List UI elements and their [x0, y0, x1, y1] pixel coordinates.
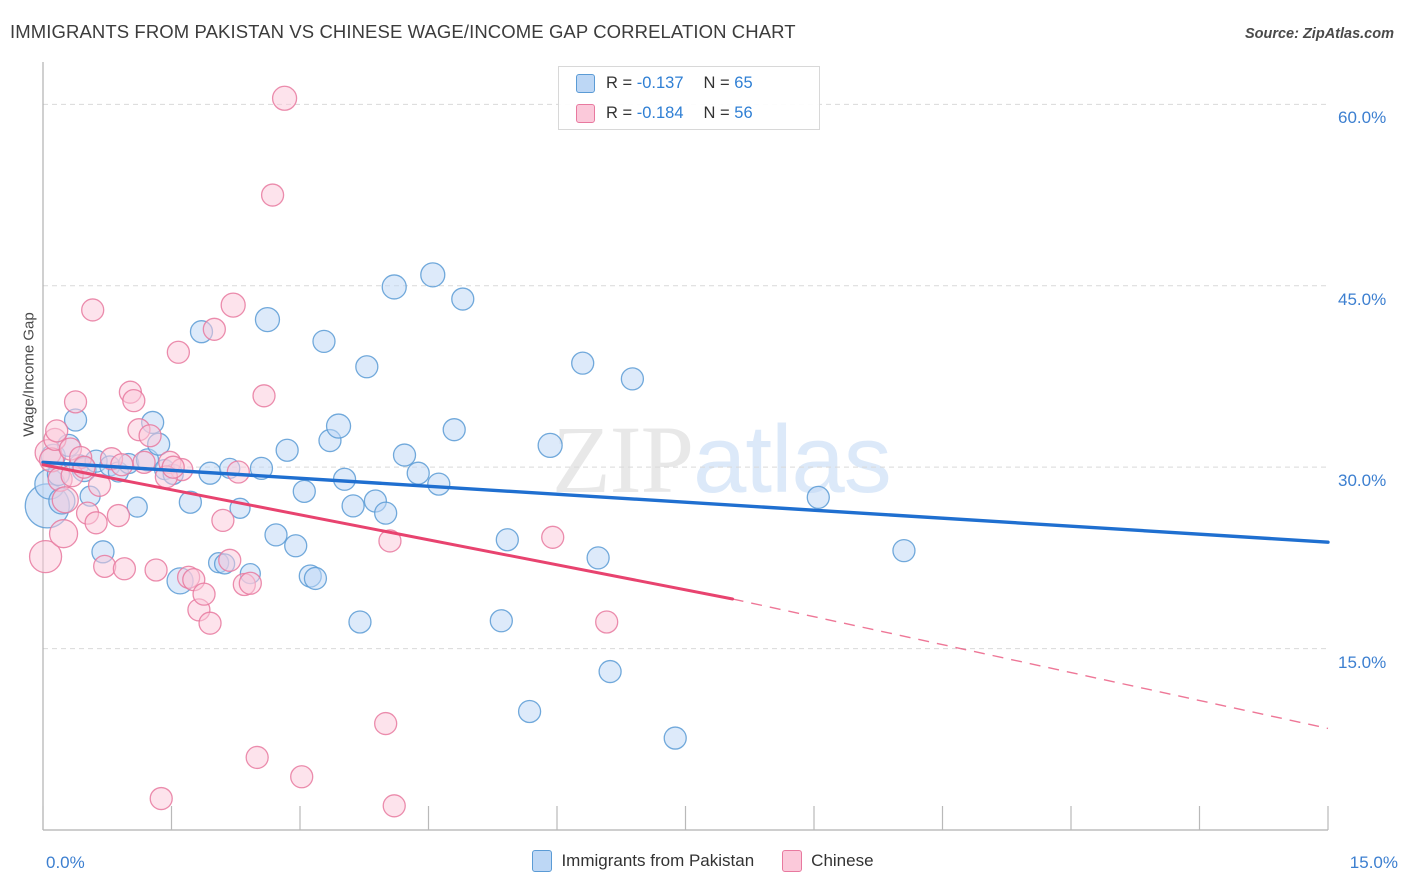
data-point [495, 528, 519, 552]
data-point [489, 609, 513, 633]
data-point [541, 525, 565, 549]
stat-n-label-pakistan: N = [703, 74, 730, 92]
data-point [271, 85, 298, 111]
data-point [571, 351, 595, 375]
data-point [663, 726, 687, 750]
legend-color-pakistan-icon [532, 850, 553, 872]
legend-item-chinese[interactable]: Chinese [782, 850, 874, 872]
data-point [451, 287, 475, 311]
data-point [892, 538, 916, 563]
data-point [598, 659, 622, 684]
data-point [81, 298, 105, 322]
legend-label-chinese: Chinese [811, 851, 874, 870]
stat-r-label-chinese: R = [606, 104, 633, 122]
stat-r-value-pakistan: -0.137 [636, 74, 684, 92]
data-point [138, 424, 162, 448]
data-point [284, 534, 308, 558]
data-point [166, 340, 191, 364]
data-point [106, 503, 131, 528]
data-point [406, 461, 430, 485]
data-point [211, 508, 235, 533]
y-tick-label-15: 15.0% [1338, 652, 1387, 672]
data-point [252, 384, 276, 408]
data-point [149, 786, 173, 811]
legend-swatch-chinese-icon [576, 104, 595, 123]
data-point [218, 548, 242, 572]
y-tick-label-45: 45.0% [1338, 289, 1387, 309]
stat-n-chinese: N = 56 [704, 104, 753, 123]
data-point [374, 501, 398, 525]
data-point [348, 610, 372, 634]
data-point [51, 486, 79, 514]
data-point [374, 711, 398, 736]
plot-area [24, 62, 1330, 831]
data-point [355, 355, 379, 379]
y-tick-label-60: 60.0% [1338, 108, 1387, 128]
data-point [93, 554, 117, 578]
stat-n-pakistan: N = 65 [704, 74, 753, 93]
data-point [45, 419, 69, 443]
correlation-chart: IMMIGRANTS FROM PAKISTAN VS CHINESE WAGE… [0, 0, 1406, 892]
legend-item-pakistan[interactable]: Immigrants from Pakistan [532, 850, 754, 872]
correlation-stats-box: R = -0.137 N = 65 R = -0.184 N = 56 [558, 66, 820, 130]
legend-label-pakistan: Immigrants from Pakistan [561, 851, 755, 870]
data-point [427, 472, 451, 496]
data-point [275, 438, 299, 462]
data-point [254, 306, 281, 333]
data-point [144, 558, 168, 582]
stat-r-pakistan: R = -0.137 [606, 74, 684, 93]
data-point [122, 388, 146, 413]
stat-row-pakistan: R = -0.137 N = 65 [559, 70, 819, 97]
data-point [161, 455, 185, 479]
data-point [392, 443, 417, 467]
y-tick-label-30: 30.0% [1338, 471, 1387, 491]
stat-row-chinese: R = -0.184 N = 56 [559, 100, 819, 127]
stat-r-chinese: R = -0.184 [606, 104, 684, 123]
data-point [238, 571, 262, 595]
data-point [586, 546, 610, 570]
stat-n-value-pakistan: 65 [734, 74, 753, 92]
data-point [202, 317, 226, 341]
stat-n-label-chinese: N = [703, 104, 730, 122]
data-point [341, 494, 365, 518]
data-point [112, 557, 137, 581]
data-point [48, 519, 79, 549]
data-point [303, 566, 328, 591]
data-point [382, 794, 406, 818]
data-point [260, 183, 285, 207]
data-point [198, 611, 222, 635]
data-point [264, 523, 288, 547]
data-point [595, 610, 619, 634]
data-point [312, 329, 336, 354]
series-legend: Immigrants from Pakistan Chinese [0, 850, 1406, 872]
data-point [325, 413, 352, 439]
trend-line-chinese-extrapolated [732, 598, 1329, 730]
data-point [517, 699, 542, 724]
data-point [442, 418, 466, 442]
legend-color-chinese-icon [782, 850, 803, 872]
data-point [292, 479, 316, 504]
data-point [110, 453, 134, 477]
data-point [381, 274, 407, 300]
stat-n-value-chinese: 56 [734, 104, 753, 122]
stat-r-value-chinese: -0.184 [636, 104, 684, 122]
data-point [126, 496, 148, 518]
legend-swatch-pakistan-icon [576, 74, 595, 93]
data-point [537, 432, 563, 459]
data-point [620, 367, 645, 391]
data-point [220, 292, 246, 318]
data-point [420, 262, 446, 288]
series-points-pakistan [24, 262, 916, 750]
data-point [290, 765, 314, 789]
data-point [84, 511, 108, 535]
data-point [192, 582, 216, 606]
data-point [245, 745, 269, 770]
stat-r-label-pakistan: R = [606, 74, 633, 92]
data-point [226, 460, 250, 484]
data-point [63, 390, 88, 414]
data-point [806, 485, 830, 510]
